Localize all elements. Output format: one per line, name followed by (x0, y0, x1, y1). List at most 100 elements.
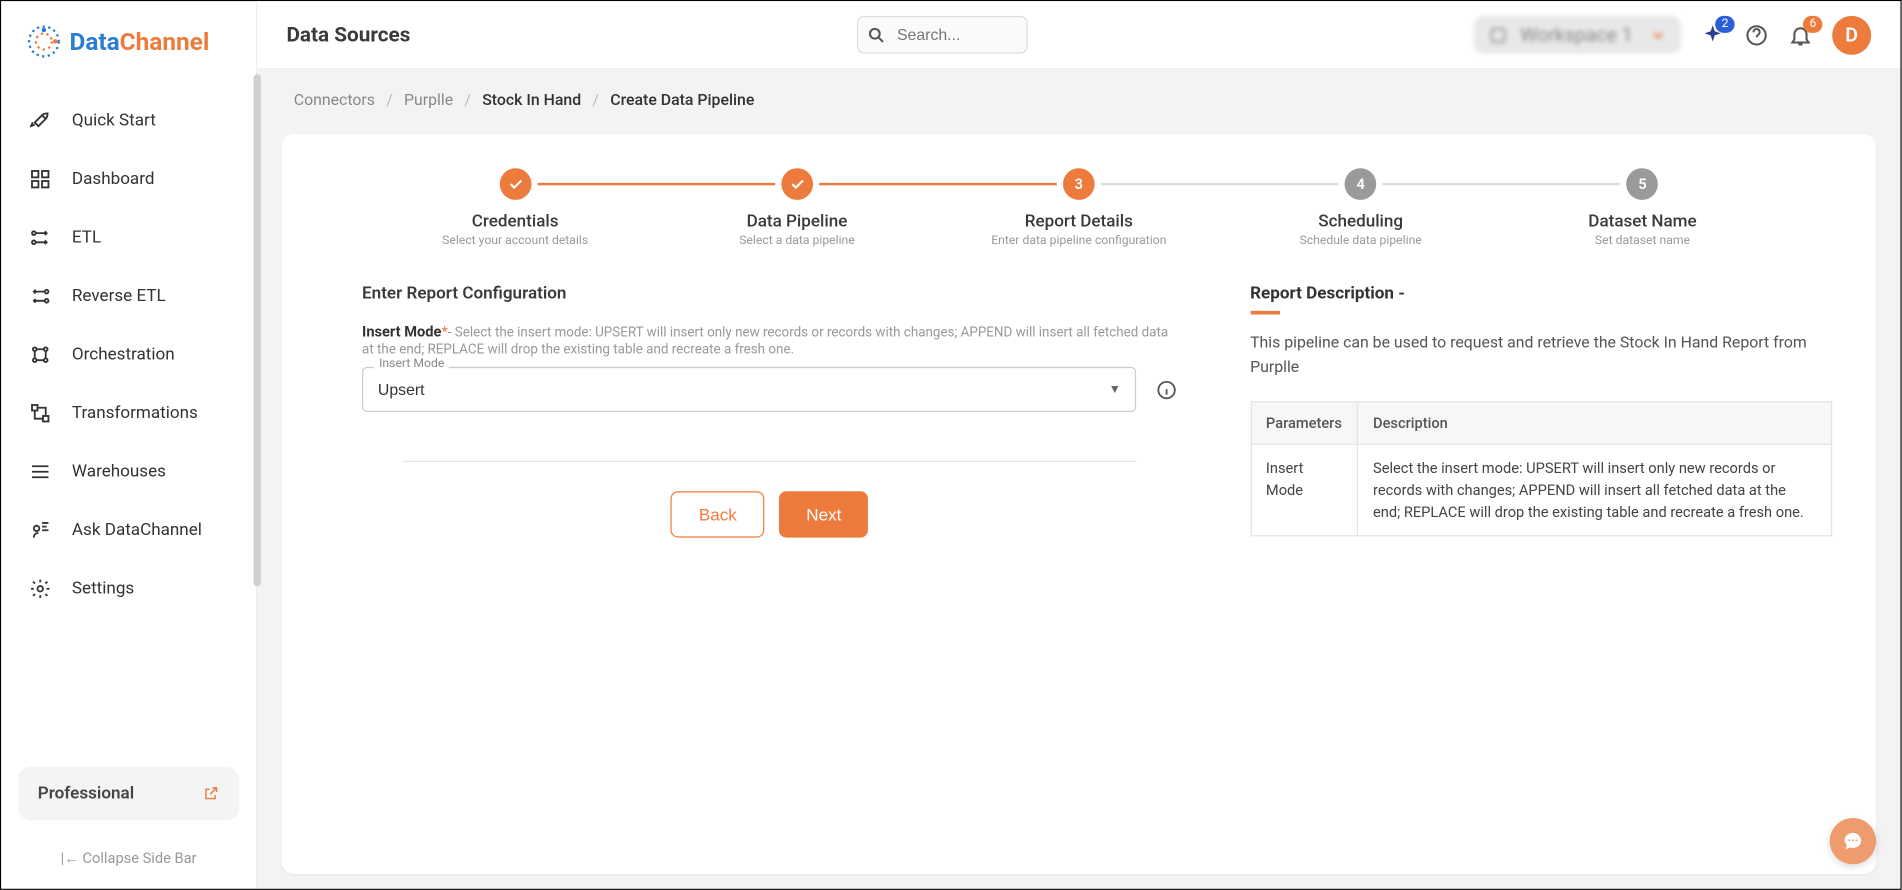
breadcrumb-link[interactable]: Stock In Hand (482, 91, 581, 109)
warehouses-icon (28, 460, 52, 484)
etl-icon (28, 226, 52, 250)
avatar[interactable]: D (1832, 15, 1871, 54)
chat-icon (1842, 830, 1864, 852)
logo-text: DataChannel (69, 27, 209, 56)
ai-sparkle-button[interactable]: 2 (1701, 23, 1725, 47)
step-sublabel: Enter data pipeline configuration (938, 234, 1220, 247)
stepper: Credentials Select your account details … (325, 168, 1832, 247)
sidebar-item-label: Reverse ETL (72, 286, 166, 306)
orchestration-icon (28, 343, 52, 367)
floating-label: Insert Mode (374, 357, 449, 370)
workspace-label: Workspace 1 (1520, 23, 1633, 46)
logo-icon (26, 23, 63, 60)
step-sublabel: Select a data pipeline (656, 234, 938, 247)
main-area: Data Sources Workspace 1 2 (257, 1, 1900, 888)
reverse-etl-icon (28, 284, 52, 308)
dashboard-icon (28, 167, 52, 191)
step-circle: 3 (1063, 168, 1095, 200)
ask-icon (28, 518, 52, 542)
insert-mode-select[interactable]: Upsert (362, 367, 1135, 412)
step-report-details[interactable]: 3 Report Details Enter data pipeline con… (938, 168, 1220, 247)
sidebar-item-ask-datachannel[interactable]: Ask DataChannel (13, 501, 243, 560)
step-label: Data Pipeline (656, 212, 938, 232)
table-cell: Select the insert mode: UPSERT will inse… (1358, 444, 1832, 535)
step-sublabel: Select your account details (374, 234, 656, 247)
collapse-icon: |← (61, 850, 83, 867)
breadcrumb: Connectors / Purplle / Stock In Hand / C… (257, 69, 1900, 119)
sidebar-item-label: Warehouses (72, 462, 166, 482)
table-row: Insert Mode Select the insert mode: UPSE… (1251, 444, 1832, 535)
step-label: Credentials (374, 212, 656, 232)
collapse-sidebar[interactable]: |← Collapse Side Bar (1, 837, 256, 888)
search-box (857, 16, 1028, 54)
step-sublabel: Set dataset name (1502, 234, 1784, 247)
breadcrumb-link[interactable]: Connectors (294, 91, 375, 109)
back-button[interactable]: Back (671, 491, 765, 537)
plan-card[interactable]: Professional (18, 767, 239, 821)
plan-label: Professional (38, 784, 134, 804)
table-header: Parameters (1251, 402, 1358, 445)
sidebar-item-label: Transformations (72, 403, 198, 423)
page-title: Data Sources (286, 23, 410, 47)
external-link-icon (202, 785, 219, 802)
notifications-button[interactable]: 6 (1788, 23, 1812, 47)
step-credentials[interactable]: Credentials Select your account details (374, 168, 656, 247)
table-cell: Insert Mode (1251, 444, 1358, 535)
gear-icon (28, 577, 52, 601)
divider (403, 461, 1136, 462)
field-label: Insert Mode*- Select the insert mode: UP… (362, 323, 1177, 357)
next-button[interactable]: Next (779, 491, 868, 537)
sidebar-item-warehouses[interactable]: Warehouses (13, 442, 243, 501)
info-icon[interactable] (1155, 378, 1177, 400)
step-label: Dataset Name (1502, 212, 1784, 232)
content-card: Credentials Select your account details … (282, 134, 1876, 874)
sidebar: DataChannel Quick Start Dashboard ETL Re… (1, 1, 257, 888)
topbar: Data Sources Workspace 1 2 (257, 1, 1900, 69)
step-dataset-name[interactable]: 5 Dataset Name Set dataset name (1502, 168, 1784, 247)
sidebar-item-transformations[interactable]: Transformations (13, 384, 243, 443)
sidebar-item-orchestration[interactable]: Orchestration (13, 325, 243, 384)
sidebar-item-label: Ask DataChannel (72, 521, 202, 541)
step-circle (499, 168, 531, 200)
sidebar-item-dashboard[interactable]: Dashboard (13, 150, 243, 209)
breadcrumb-link[interactable]: Purplle (404, 91, 453, 109)
step-sublabel: Schedule data pipeline (1220, 234, 1502, 247)
desc-title: Report Description - (1250, 284, 1832, 304)
step-label: Scheduling (1220, 212, 1502, 232)
step-data-pipeline[interactable]: Data Pipeline Select a data pipeline (656, 168, 938, 247)
step-circle: 4 (1345, 168, 1377, 200)
sidebar-item-settings[interactable]: Settings (13, 560, 243, 619)
sidebar-item-label: ETL (72, 228, 101, 248)
parameters-table: Parameters Description Insert Mode Selec… (1250, 401, 1832, 536)
workspace-icon (1488, 25, 1508, 45)
step-label: Report Details (938, 212, 1220, 232)
sidebar-item-label: Settings (72, 579, 134, 599)
table-header: Description (1358, 402, 1832, 445)
sidebar-item-reverse-etl[interactable]: Reverse ETL (13, 267, 243, 326)
description-column: Report Description - This pipeline can b… (1250, 284, 1832, 536)
breadcrumb-current: Create Data Pipeline (610, 91, 754, 109)
step-circle: 5 (1627, 168, 1659, 200)
transformations-icon (28, 401, 52, 425)
chat-fab[interactable] (1830, 818, 1876, 864)
sidebar-item-quick-start[interactable]: Quick Start (13, 91, 243, 150)
search-icon (866, 25, 886, 45)
desc-underline (1250, 311, 1279, 315)
step-circle (781, 168, 813, 200)
chevron-down-icon (1649, 26, 1666, 43)
help-icon[interactable] (1744, 23, 1768, 47)
rocket-icon (28, 108, 52, 132)
logo[interactable]: DataChannel (1, 1, 256, 81)
form-column: Enter Report Configuration Insert Mode*-… (325, 284, 1176, 538)
desc-text: This pipeline can be used to request and… (1250, 332, 1832, 380)
sparkle-badge-count: 2 (1716, 15, 1735, 32)
bell-badge-count: 6 (1803, 15, 1822, 32)
sidebar-item-label: Quick Start (72, 111, 156, 131)
workspace-selector[interactable]: Workspace 1 (1474, 16, 1681, 54)
sidebar-item-label: Orchestration (72, 345, 175, 365)
sidebar-item-etl[interactable]: ETL (13, 208, 243, 267)
section-title: Enter Report Configuration (362, 284, 1177, 304)
nav-list: Quick Start Dashboard ETL Reverse ETL Or… (1, 82, 256, 750)
insert-mode-select-wrap: Insert Mode Upsert ▼ (362, 367, 1135, 412)
step-scheduling[interactable]: 4 Scheduling Schedule data pipeline (1220, 168, 1502, 247)
